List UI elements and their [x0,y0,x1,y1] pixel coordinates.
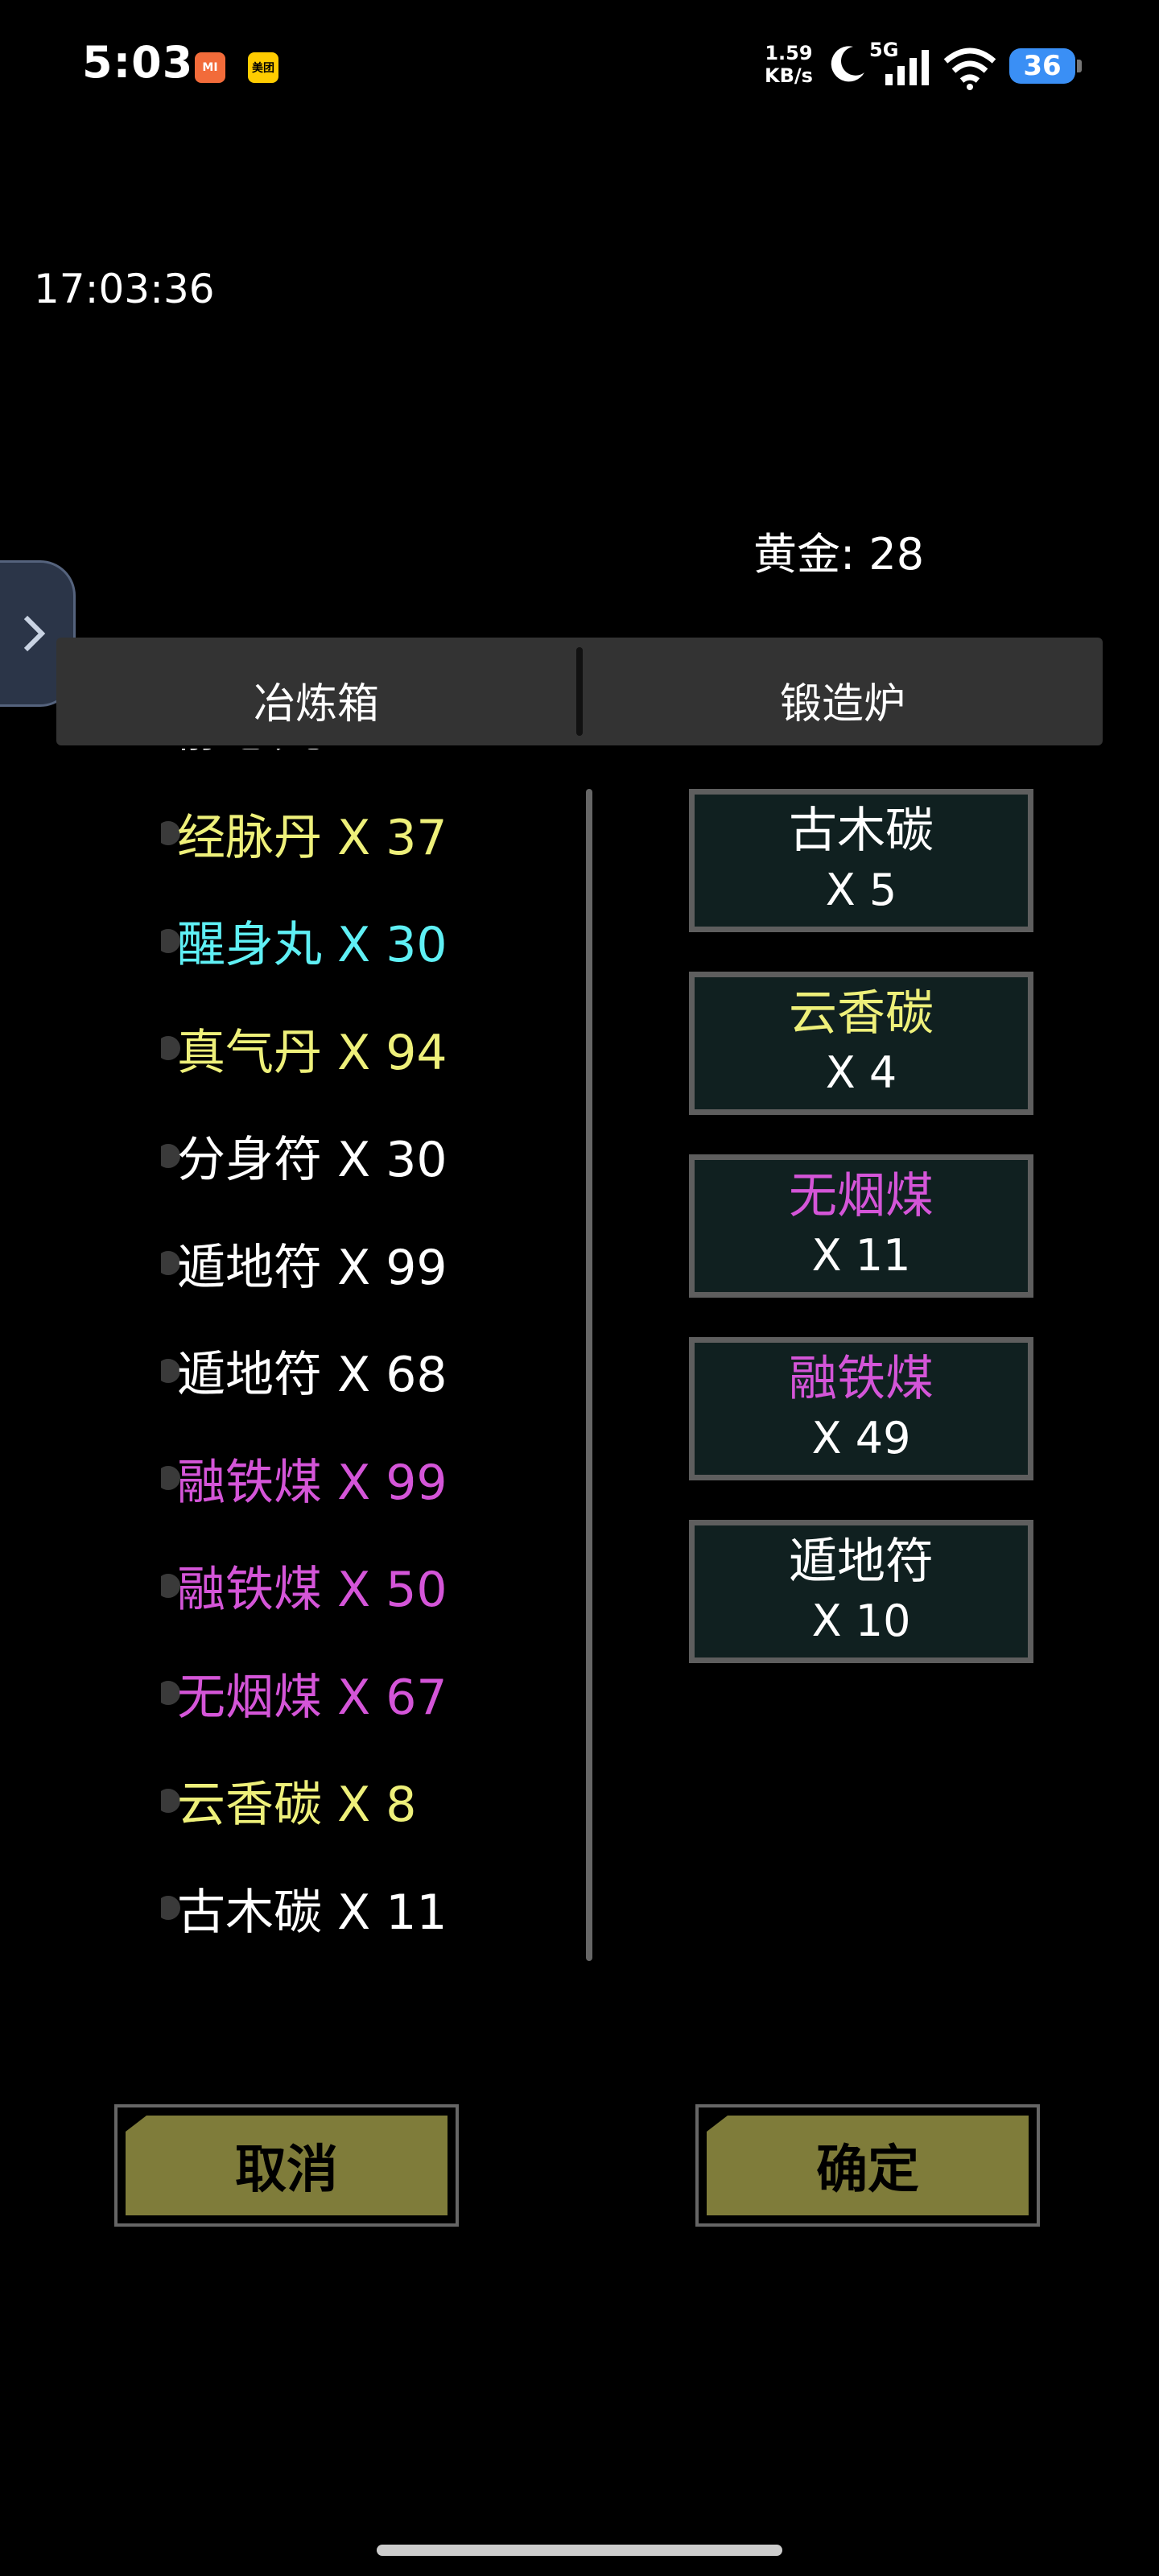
forge-slot-name: 融铁煤 [789,1351,934,1407]
inventory-item[interactable]: 分身符 X 30 [161,1102,580,1210]
inventory-item-label: 经脉丹 X 37 [177,809,448,866]
inventory-item-label: 遁地符 X 68 [177,1347,448,1404]
moon-icon [831,46,864,82]
inventory-item-label: 融铁煤 X 50 [177,1562,448,1619]
inventory-item-label: 遁地符 X 99 [177,1239,448,1296]
inventory-item[interactable]: 静心丸 X 80 [161,749,580,780]
tab-divider [576,647,583,736]
meituan-icon: 美团 [248,52,278,83]
forge-slot-qty: X 49 [811,1413,911,1463]
wifi-icon [943,47,996,90]
forge-slot-name: 无烟煤 [789,1168,934,1224]
cancel-button[interactable]: 取消 [114,2104,459,2227]
inventory-item-label: 无烟煤 X 67 [177,1669,448,1726]
forge-slot-qty: X 10 [811,1596,911,1646]
inventory-item-label: 融铁煤 X 99 [177,1454,448,1511]
inventory-item-label: 云香碳 X 8 [177,1777,417,1834]
forge-slot[interactable]: 云香碳 X 4 [689,972,1033,1115]
forge-slot-name: 古木碳 [789,803,934,859]
chevron-right-icon [23,615,46,652]
inventory-item-label: 醒身丸 X 30 [177,917,448,974]
inventory-item[interactable]: 真气丹 X 94 [161,995,580,1103]
cancel-button-label: 取消 [126,2116,448,2215]
inventory-item-label: 静心丸 X 80 [177,749,448,761]
forge-slot-name: 云香碳 [789,985,934,1042]
forge-slot-name: 遁地符 [789,1534,934,1590]
home-indicator[interactable] [377,2545,782,2556]
game-clock: 17:03:36 [34,266,215,312]
inventory-item-label: 真气丹 X 94 [177,1024,448,1081]
signal-icon [885,50,929,85]
tab-smelting-box[interactable]: 冶炼箱 [56,638,576,745]
gold-counter: 黄金: 28 [753,529,925,580]
inventory-item[interactable]: 醒身丸 X 30 [161,887,580,995]
forge-slot[interactable]: 古木碳 X 5 [689,789,1033,932]
inventory-scrollbar[interactable] [586,789,592,1961]
inventory-item[interactable]: 融铁煤 X 50 [161,1532,580,1640]
confirm-button-label: 确定 [707,2116,1029,2215]
inventory-item[interactable]: 云香碳 X 8 [161,1747,580,1855]
inventory-list[interactable]: 静心丸 X 80 经脉丹 X 37 醒身丸 X 30 真气丹 X 94 分身符 X 30… [161,749,580,1972]
inventory-item[interactable]: 遁地符 X 99 [161,1210,580,1318]
forge-slot-qty: X 5 [825,865,897,915]
forge-slot-qty: X 11 [811,1230,911,1281]
forge-slot[interactable]: 无烟煤 X 11 [689,1154,1033,1298]
inventory-item-label: 分身符 X 30 [177,1132,448,1189]
tab-bar: 冶炼箱 锻造炉 [56,638,1103,745]
mi-icon: MI [195,52,225,83]
inventory-item[interactable]: 融铁煤 X 99 [161,1425,580,1533]
inventory-item[interactable]: 遁地符 X 68 [161,1317,580,1425]
inventory-item-label: 古木碳 X 11 [177,1884,448,1941]
network-speed: 1.59 KB/s [765,42,813,87]
tab-forge[interactable]: 锻造炉 [583,638,1103,745]
inventory-item[interactable]: 经脉丹 X 37 [161,780,580,888]
forge-slot[interactable]: 融铁煤 X 49 [689,1337,1033,1480]
inventory-item[interactable]: 无烟煤 X 67 [161,1640,580,1748]
network-speed-unit: KB/s [765,64,813,87]
battery-indicator: 36 [1009,48,1082,84]
forge-slot[interactable]: 遁地符 X 10 [689,1520,1033,1663]
network-speed-value: 1.59 [765,42,813,64]
inventory-item[interactable]: 古木碳 X 11 [161,1855,580,1963]
status-time: 5:03 [82,37,194,88]
confirm-button[interactable]: 确定 [695,2104,1040,2227]
forge-slot-qty: X 4 [825,1047,897,1098]
